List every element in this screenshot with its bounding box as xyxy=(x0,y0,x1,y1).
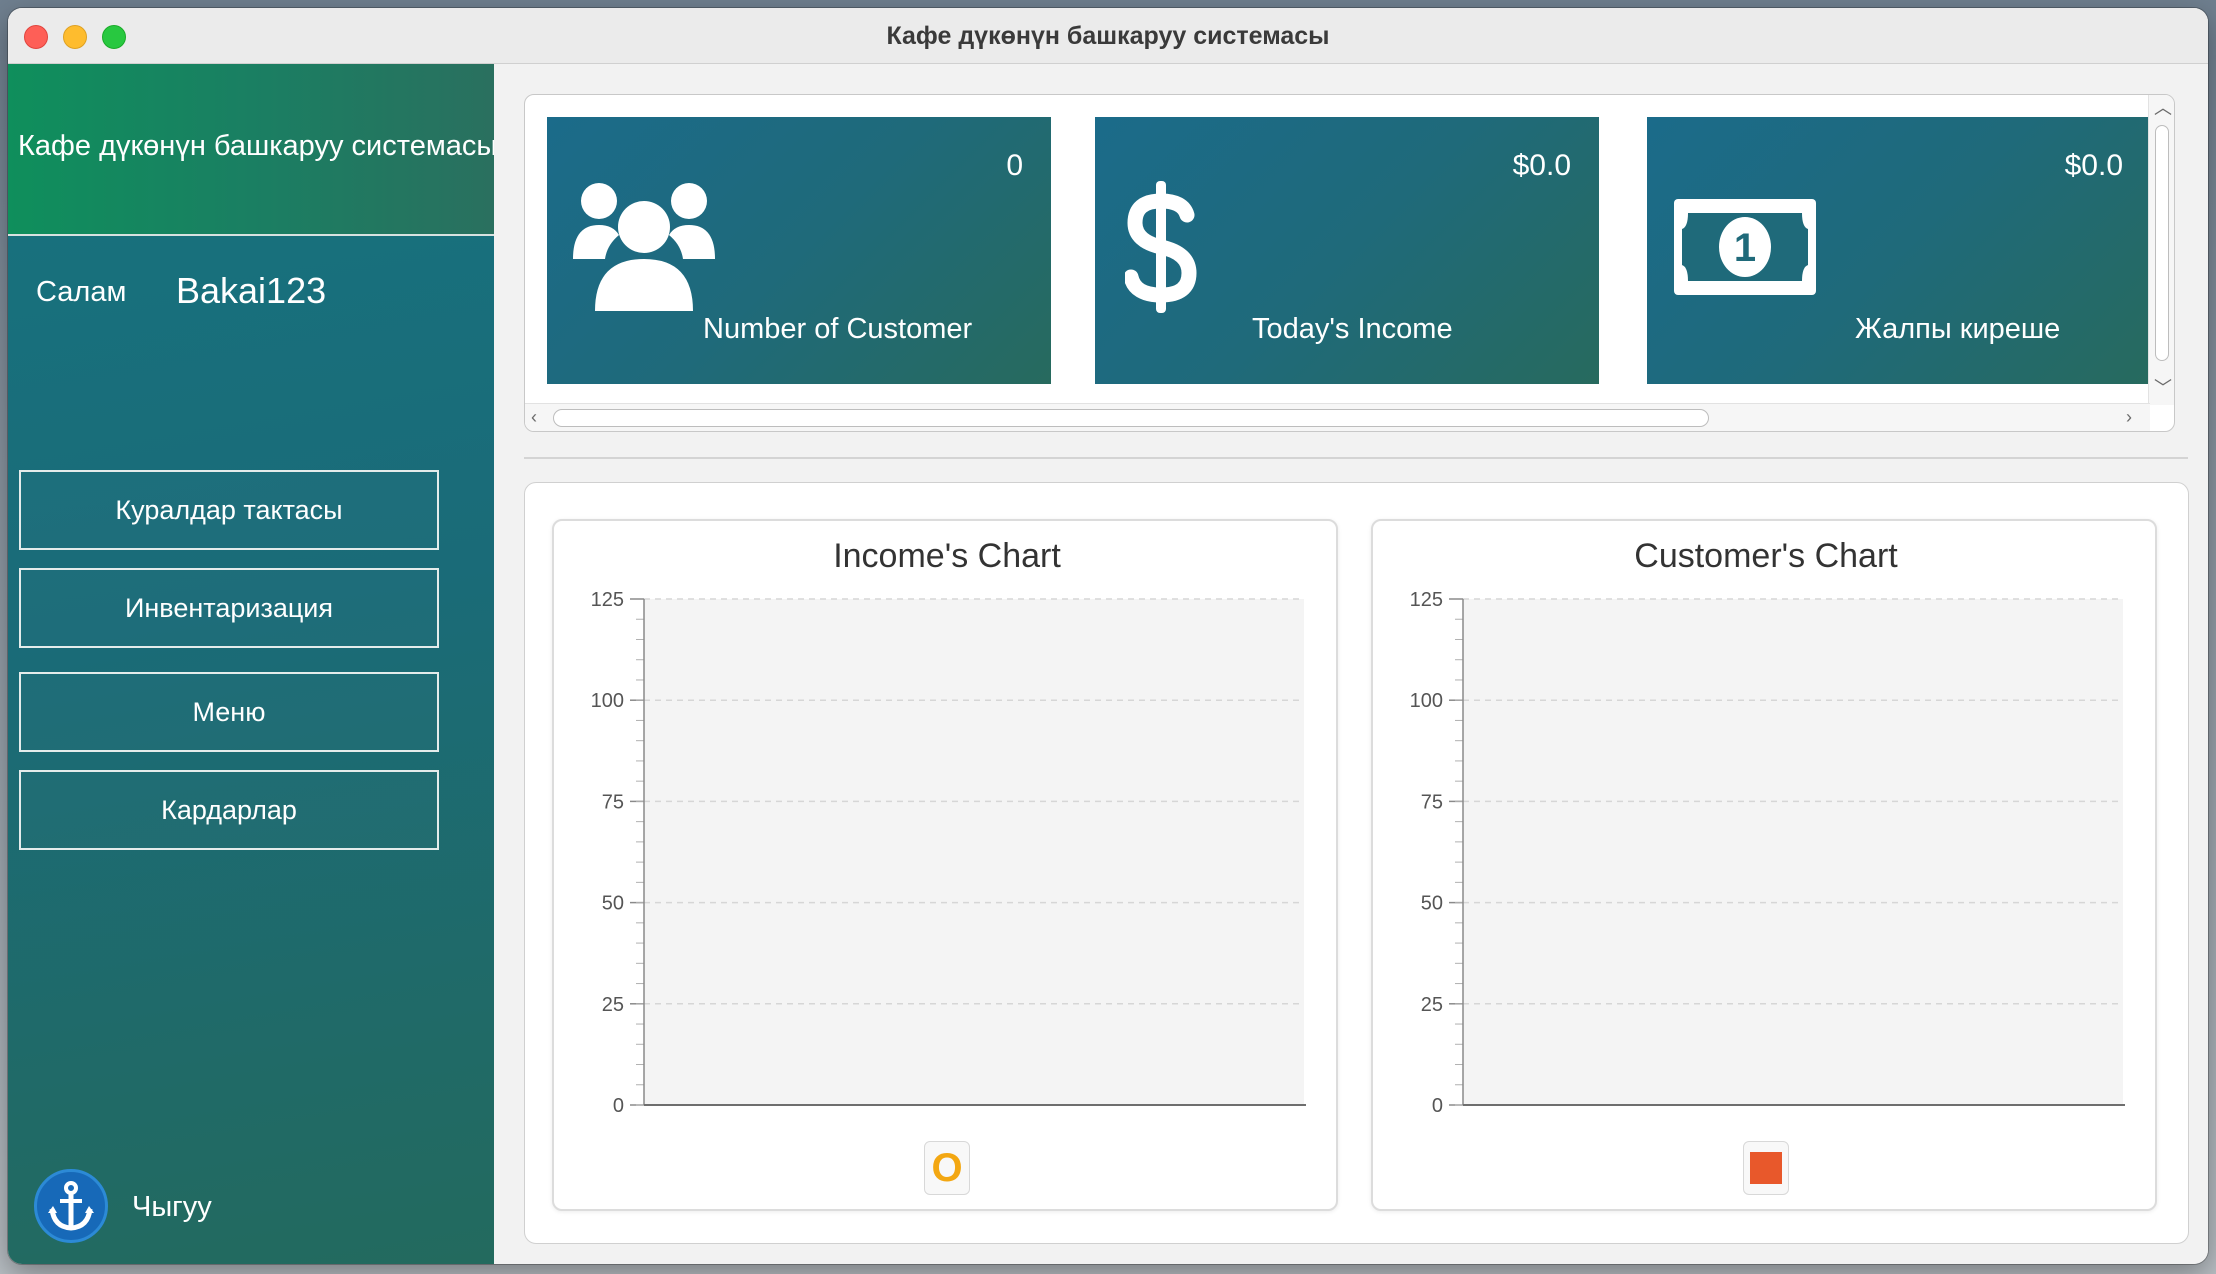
y-tick-label: 75 xyxy=(1421,791,1443,813)
vertical-scroll-thumb[interactable] xyxy=(2155,125,2169,361)
y-tick-label: 100 xyxy=(591,690,624,712)
greeting-label: Салам xyxy=(36,276,127,308)
chart-title: Customer's Chart xyxy=(1634,537,1898,575)
sidebar-header: Кафе дүкөнүн башкаруу системасы xyxy=(8,64,494,236)
today-income-label: Today's Income xyxy=(1252,313,1453,345)
scroll-down-icon[interactable]: ﹀ xyxy=(2154,379,2172,397)
customer-chart-card: Customer's Chart 0 25 50 75 100 125 xyxy=(1371,519,2157,1211)
customer-count-label: Number of Customer xyxy=(703,313,973,345)
logout-label[interactable]: Чыгуу xyxy=(132,1191,212,1224)
plot-area xyxy=(1463,599,2123,1105)
y-tick-label: 100 xyxy=(1410,690,1443,712)
income-chart: Income's Chart 0 25 50 75 100 125 xyxy=(591,537,1306,1117)
today-income-value: $0.0 xyxy=(1512,149,1571,182)
charts-panel: Income's Chart 0 25 50 75 100 125 O Customer's… xyxy=(524,482,2189,1244)
inventory-button[interactable]: Инвентаризация xyxy=(19,568,439,648)
customer-legend xyxy=(1743,1141,1789,1195)
total-income-value: $0.0 xyxy=(2064,149,2123,182)
y-tick-label: 25 xyxy=(1421,994,1443,1016)
sidebar: Кафе дүкөнүн башкаруу системасы Салам Ba… xyxy=(8,64,494,1264)
section-divider xyxy=(524,457,2188,459)
total-income-card: 1 $0.0 Жалпы киреше xyxy=(1647,117,2151,384)
window-title: Кафе дүкөнүн башкаруу системасы xyxy=(886,22,1330,50)
app-window: Кафе дүкөнүн башкаруу системасы Кафе дүк… xyxy=(8,8,2208,1264)
dollar-icon xyxy=(1125,181,1197,313)
y-tick-label: 125 xyxy=(1410,589,1443,611)
plot-area xyxy=(644,599,1304,1105)
income-chart-card: Income's Chart 0 25 50 75 100 125 O xyxy=(552,519,1338,1211)
y-tick-label: 125 xyxy=(591,589,624,611)
y-tick-label: 0 xyxy=(1432,1095,1443,1117)
vertical-scrollbar[interactable]: ︿ ﹀ xyxy=(2148,95,2174,405)
scroll-left-icon[interactable]: ‹ xyxy=(531,408,537,426)
customer-count-value: 0 xyxy=(1006,149,1023,182)
horizontal-scrollbar[interactable]: ‹ › xyxy=(525,403,2150,431)
income-legend: O xyxy=(924,1141,970,1195)
horizontal-scroll-thumb[interactable] xyxy=(553,409,1709,427)
stats-scroll-pane[interactable]: 0 Number of Customer $0.0 Today's Income… xyxy=(524,94,2175,432)
anchor-icon xyxy=(48,1181,94,1231)
y-tick-label: 25 xyxy=(602,994,624,1016)
money-bill-icon: 1 xyxy=(1674,199,1816,295)
menu-button[interactable]: Меню xyxy=(19,672,439,752)
logout-button[interactable] xyxy=(34,1169,108,1243)
y-tick-label: 50 xyxy=(1421,893,1443,915)
total-income-label: Жалпы киреше xyxy=(1855,313,2061,345)
main-content: 0 Number of Customer $0.0 Today's Income… xyxy=(494,64,2208,1264)
scroll-right-icon[interactable]: › xyxy=(2126,408,2132,426)
customer-count-card: 0 Number of Customer xyxy=(547,117,1051,384)
username-label: Bakai123 xyxy=(176,270,327,311)
chart-title: Income's Chart xyxy=(833,537,1061,575)
customer-chart: Customer's Chart 0 25 50 75 100 125 xyxy=(1410,537,2125,1117)
y-tick-label: 50 xyxy=(602,893,624,915)
dashboard-button[interactable]: Куралдар тактасы xyxy=(19,470,439,550)
app-title: Кафе дүкөнүн башкаруу системасы xyxy=(18,130,494,162)
customer-legend-symbol xyxy=(1750,1152,1782,1184)
y-tick-label: 75 xyxy=(602,791,624,813)
y-tick-label: 0 xyxy=(613,1095,624,1117)
title-bar: Кафе дүкөнүн башкаруу системасы xyxy=(8,8,2208,64)
income-legend-symbol: O xyxy=(931,1145,963,1190)
svg-text:1: 1 xyxy=(1734,226,1756,270)
users-icon xyxy=(573,183,715,311)
customers-button[interactable]: Кардарлар xyxy=(19,770,439,850)
today-income-card: $0.0 Today's Income xyxy=(1095,117,1599,384)
scroll-up-icon[interactable]: ︿ xyxy=(2154,99,2172,117)
